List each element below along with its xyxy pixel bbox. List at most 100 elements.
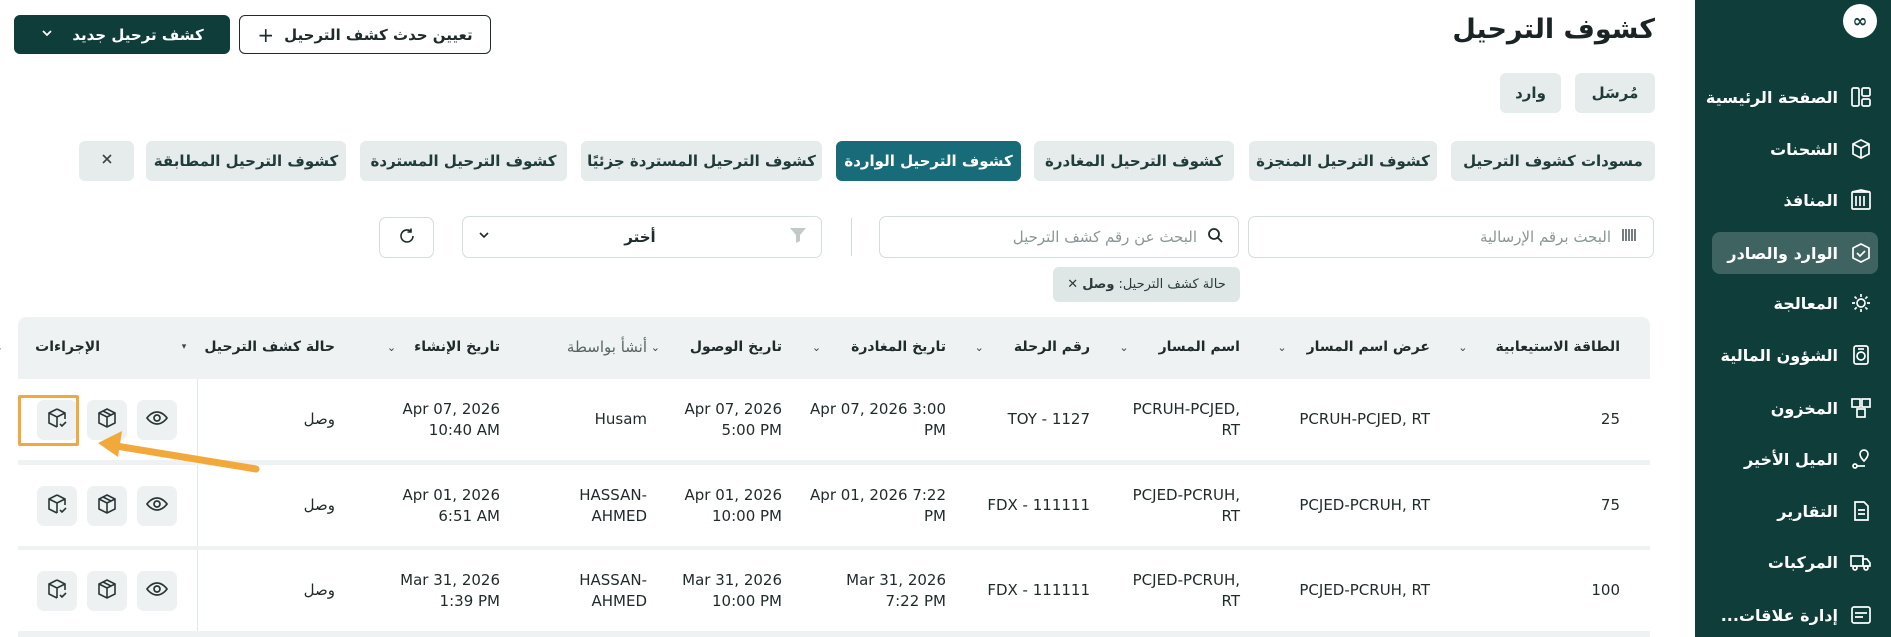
column-label: أنشأ بواسطة <box>566 338 647 356</box>
active-filter-chip[interactable]: حالة كشف الترحيل: وصل ✕ <box>1053 267 1240 302</box>
plus-icon: + <box>257 22 275 47</box>
cell-created-date: Apr 07, 2026 10:40 AM <box>402 379 500 460</box>
tab-incoming-manifests[interactable]: كشوف الترحيل الواردة <box>836 141 1021 181</box>
consignment-search-field[interactable]: البحث برقم الإرسالية <box>1248 216 1654 258</box>
sidebar-item-label: المعالجة <box>1773 293 1839 313</box>
ports-icon <box>1848 187 1874 213</box>
tab-departed-manifests[interactable]: كشوف الترحيل المغادرة <box>1034 141 1234 181</box>
sidebar-item-last-mile[interactable]: الميل الأخير <box>1698 438 1874 480</box>
sidebar-item-crm[interactable]: إدارة علاقات... <box>1698 594 1874 636</box>
manifest-search-placeholder: البحث عن رقم كشف الترحيل <box>1012 228 1197 246</box>
chip-remove-icon[interactable]: ✕ <box>1067 277 1078 292</box>
new-manifest-button[interactable]: كشف ترحيل جديد <box>14 15 230 54</box>
sidebar-item-inbound-outbound[interactable]: الوارد والصادر <box>1712 232 1878 274</box>
receive-package-button[interactable] <box>87 486 127 526</box>
sidebar-item-inventory[interactable]: المخزون <box>1698 387 1874 429</box>
column-header-actions[interactable]: الإجراءات ⌄ <box>0 317 100 377</box>
table-row[interactable]: 75 PCJED-PCRUH, RT PCJED-PCRUH, RT FDX -… <box>18 465 1650 546</box>
column-header-route-display[interactable]: عرض اسم المسار ⌄ <box>1277 317 1430 377</box>
column-header-departure-date[interactable]: تاريخ المغادرة ⌄ <box>812 317 946 377</box>
cell-capacity: 25 <box>1600 410 1620 428</box>
last-mile-icon <box>1848 446 1874 472</box>
sidebar-item-processing[interactable]: المعالجة <box>1698 282 1874 324</box>
sidebar-item-finance[interactable]: الشؤون المالية <box>1698 334 1874 376</box>
column-header-trip-number[interactable]: رقم الرحلة ⌄ <box>975 317 1090 377</box>
sidebar-item-home[interactable]: الصفحة الرئيسية <box>1698 76 1874 118</box>
created-by-line: AHMED <box>591 591 647 610</box>
sidebar-item-label: التقارير <box>1777 501 1838 521</box>
cell-route-name: PCJED-PCRUH, RT <box>1133 550 1240 631</box>
reports-icon <box>1848 498 1874 524</box>
cell-manifest-status: وصل <box>303 581 335 599</box>
highlight-box <box>18 395 79 446</box>
column-header-route-name[interactable]: اسم المسار ⌄ <box>1119 317 1240 377</box>
sidebar-item-label: الشحنات <box>1770 139 1838 159</box>
confirm-package-button[interactable] <box>37 571 77 611</box>
column-header-created-date[interactable]: تاريخ الإنشاء ⌄ <box>387 317 500 377</box>
cell-arrival-date: Apr 01, 2026 10:00 PM <box>684 465 782 546</box>
departure-line: Apr 07, 2026 3:00 <box>810 399 946 418</box>
created-date-line: Apr 07, 2026 <box>402 399 500 418</box>
refresh-button[interactable] <box>379 217 434 258</box>
view-button[interactable] <box>137 571 177 611</box>
package-check-icon <box>45 577 69 605</box>
assign-event-label: تعيين حدث كشف الترحيل <box>284 25 473 44</box>
eye-icon <box>145 492 169 520</box>
column-label: تاريخ المغادرة <box>851 339 946 355</box>
app-logo[interactable]: ∞ <box>1843 4 1877 38</box>
close-tabs-button[interactable] <box>79 141 134 181</box>
sidebar-item-label: إدارة علاقات... <box>1720 605 1838 625</box>
arrival-line: 10:00 PM <box>712 506 782 525</box>
sidebar-item-label: الميل الأخير <box>1743 449 1838 469</box>
column-label: الطاقة الاستيعابية <box>1495 339 1620 355</box>
arrival-line: 5:00 PM <box>721 420 782 439</box>
cell-arrival-date: Mar 31, 2026 10:00 PM <box>682 550 782 631</box>
cell-created-by: HASSAN- AHMED <box>579 550 647 631</box>
package-check-icon <box>45 492 69 520</box>
sort-chevron-icon: ⌄ <box>1119 340 1129 354</box>
tab-returned-manifests[interactable]: كشوف الترحيل المستردة <box>360 141 567 181</box>
tab-outgoing[interactable]: مُرسَل <box>1575 73 1655 113</box>
view-button[interactable] <box>137 486 177 526</box>
sidebar-item-ports[interactable]: المنافذ <box>1698 179 1874 221</box>
sidebar-item-shipments[interactable]: الشحنات <box>1698 128 1874 170</box>
cell-created-by: Husam <box>595 379 647 460</box>
sort-chevron-icon: ▾ <box>181 342 187 352</box>
tab-incoming[interactable]: وارد <box>1500 73 1561 113</box>
table-header: الطاقة الاستيعابية ⌄ عرض اسم المسار ⌄ اس… <box>0 317 1650 377</box>
column-header-arrival-date[interactable]: تاريخ الوصول ⌄ <box>651 317 782 377</box>
assign-manifest-event-button[interactable]: تعيين حدث كشف الترحيل + <box>239 15 491 54</box>
created-date-line: Apr 01, 2026 <box>402 485 500 504</box>
actions-divider <box>197 550 198 631</box>
sidebar-item-vehicles[interactable]: المركبات <box>1698 541 1874 583</box>
cell-route-name: PCRUH-PCJED, RT <box>1133 379 1240 460</box>
tab-draft-manifests[interactable]: مسودات كشوف الترحيل <box>1451 141 1655 181</box>
created-by-line: AHMED <box>591 506 647 525</box>
column-header-capacity[interactable]: الطاقة الاستيعابية ⌄ <box>1458 317 1620 377</box>
route-name-line: PCJED-PCRUH, <box>1132 570 1240 589</box>
status-filter-select[interactable]: أختر <box>462 216 822 258</box>
column-label: رقم الرحلة <box>1013 339 1090 355</box>
column-header-created-by: أنشأ بواسطة <box>567 317 647 377</box>
created-by-line: HASSAN- <box>579 570 647 589</box>
manifest-search-field[interactable]: البحث عن رقم كشف الترحيل <box>879 216 1239 258</box>
sidebar-item-reports[interactable]: التقارير <box>1698 490 1874 532</box>
package-icon <box>95 577 119 605</box>
created-date-line: Mar 31, 2026 <box>400 570 500 589</box>
crm-icon <box>1848 602 1874 628</box>
column-label: اسم المسار <box>1158 339 1240 355</box>
tab-partially-returned-manifests[interactable]: كشوف الترحيل المستردة جزئيًا <box>581 141 822 181</box>
tab-completed-manifests[interactable]: كشوف الترحيل المنجزة <box>1249 141 1437 181</box>
departure-line: 7:22 PM <box>885 591 946 610</box>
created-by-line: HASSAN- <box>579 485 647 504</box>
table-row[interactable]: 100 PCJED-PCRUH, RT PCJED-PCRUH, RT FDX … <box>18 550 1650 631</box>
column-label: عرض اسم المسار <box>1306 339 1430 355</box>
tab-matched-manifests[interactable]: كشوف الترحيل المطابقة <box>146 141 346 181</box>
home-icon <box>1848 84 1874 110</box>
sort-chevron-icon: ⌄ <box>974 340 984 354</box>
created-date-line: 1:39 PM <box>439 591 500 610</box>
receive-package-button[interactable] <box>87 571 127 611</box>
confirm-package-button[interactable] <box>37 486 77 526</box>
column-header-manifest-status[interactable]: حالة كشف الترحيل ▾ <box>182 317 335 377</box>
sort-chevron-icon: ⌄ <box>0 341 3 354</box>
